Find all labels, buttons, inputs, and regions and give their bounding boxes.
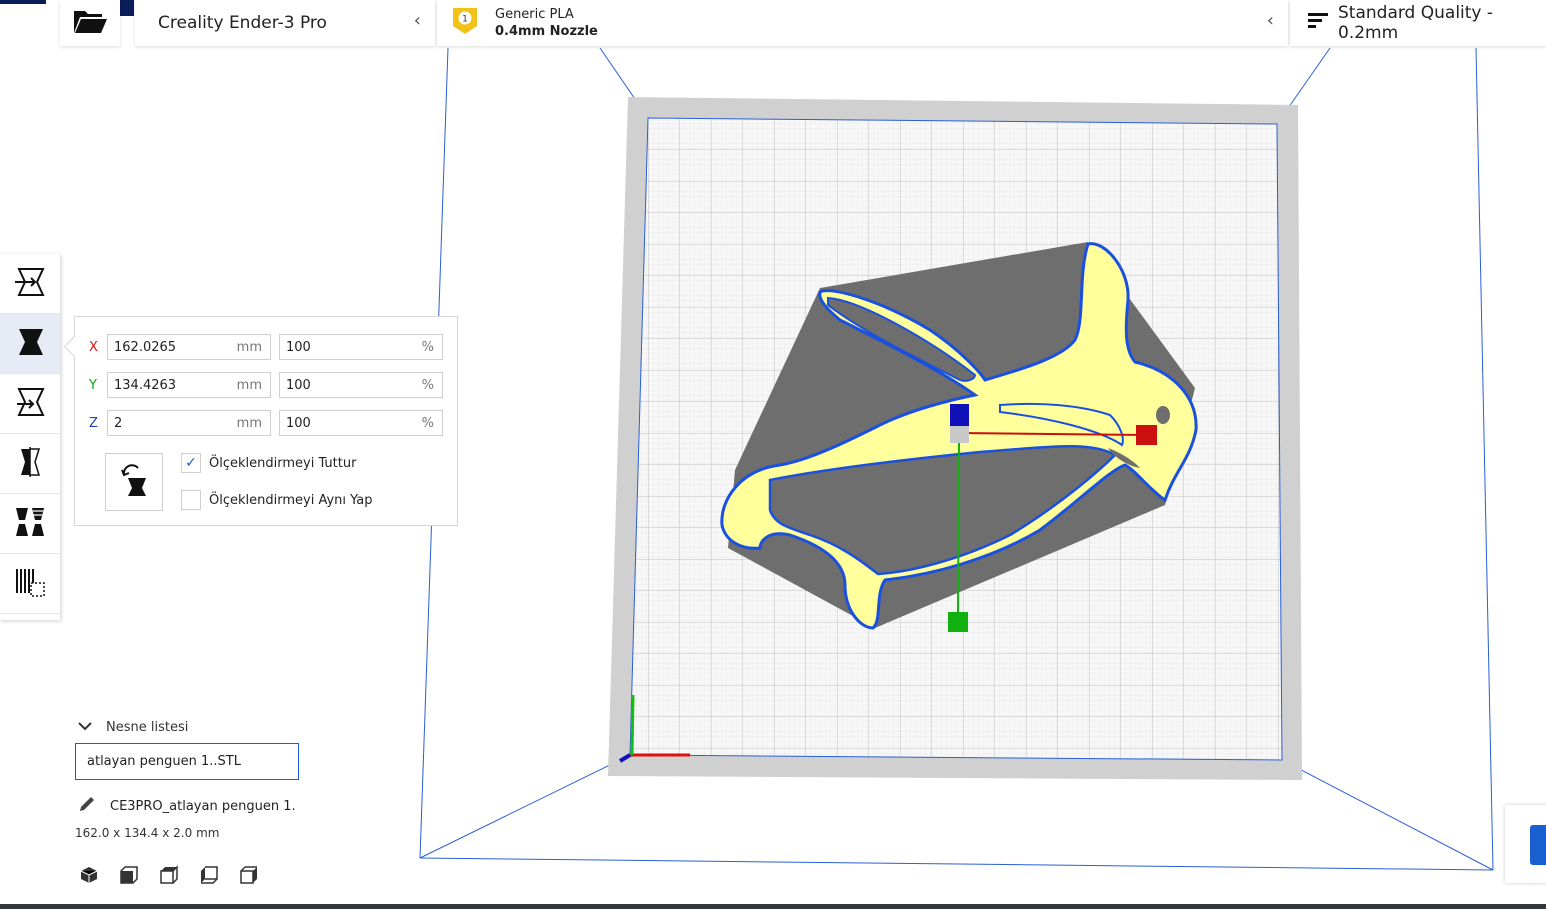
snap-scaling-label: Ölçeklendirmeyi Tuttur [209,455,357,471]
open-file-button[interactable] [60,0,120,46]
uniform-scaling-checkbox[interactable] [181,490,201,510]
scale-y-mm-input[interactable]: 134.4263 mm [107,372,271,398]
folder-icon [72,7,108,39]
object-list-header: Nesne listesi [106,720,189,735]
scale-tool-panel: X 162.0265 mm 100 % Y 134.4263 mm 100 % … [63,316,458,526]
support-blocker-button[interactable] [0,554,60,614]
object-dimensions: 162.0 x 134.4 x 2.0 mm [75,826,220,840]
scale-y-percent-value: 100 [286,377,311,393]
chevron-down-icon [78,720,92,735]
scale-z-mm-input[interactable]: 2 mm [107,410,271,436]
object-list-toggle[interactable]: Nesne listesi [78,720,188,735]
per-model-settings-icon [13,505,47,543]
scale-handle-y[interactable] [948,612,968,632]
scale-x-percent-input[interactable]: 100 % [279,334,443,360]
unit-mm: mm [236,415,262,431]
mirror-tool-button[interactable] [0,434,60,494]
material-selector[interactable]: 1 Generic PLA 0.4mm Nozzle ‹ [437,0,1288,46]
unit-percent: % [421,339,434,355]
slice-button[interactable] [1530,825,1546,865]
move-tool-button[interactable] [0,254,60,314]
object-list-item[interactable]: atlayan penguen 1..STL [75,743,299,780]
quality-label: Standard Quality - 0.2mm [1338,3,1494,43]
scale-icon [13,325,47,363]
unit-percent: % [421,377,434,393]
scale-z-mm-value: 2 [114,415,123,431]
scale-row-x: X 162.0265 mm 100 % [89,333,443,361]
scale-z-percent-input[interactable]: 100 % [279,410,443,436]
snap-scaling-option[interactable]: ✓ Ölçeklendirmeyi Tuttur [181,453,356,473]
scale-handle-x[interactable] [1136,425,1157,445]
printer-name: Creality Ender-3 Pro [158,13,327,33]
axis-label-x: X [89,339,98,355]
unit-mm: mm [236,339,262,355]
scale-z-percent-value: 100 [286,415,311,431]
rotate-icon [13,385,47,423]
printer-selector[interactable]: Creality Ender-3 Pro ‹ [135,0,435,46]
nozzle-size: 0.4mm Nozzle [495,24,598,39]
scale-x-mm-input[interactable]: 162.0265 mm [107,334,271,360]
top-view-icon[interactable] [158,864,180,886]
scale-x-percent-value: 100 [286,339,311,355]
axis-label-y: Y [89,377,97,393]
scale-row-z: Z 2 mm 100 % [89,409,443,437]
uniform-scaling-option[interactable]: Ölçeklendirmeyi Aynı Yap [181,490,373,510]
scale-tool-button[interactable] [0,314,60,374]
job-name-row[interactable]: CE3PRO_atlayan penguen 1. [78,795,296,817]
quality-selector[interactable]: Standard Quality - 0.2mm [1290,0,1546,46]
unit-mm: mm [236,377,262,393]
per-model-settings-button[interactable] [0,494,60,554]
model-eye [1156,406,1170,424]
tool-sidebar [0,254,60,620]
scale-handle-y-axis [957,442,960,616]
job-name: CE3PRO_atlayan penguen 1. [110,798,296,814]
support-blocker-icon [13,565,47,603]
scale-handle-center[interactable] [950,426,969,443]
topbar-accent-mark [120,0,134,16]
scale-y-percent-input[interactable]: 100 % [279,372,443,398]
mirror-icon [13,445,47,483]
material-name: Generic PLA [495,7,574,22]
object-name: atlayan penguen 1..STL [87,754,241,769]
reset-scale-button[interactable] [105,453,163,511]
extruder-number: 1 [462,15,468,25]
slice-panel [1505,805,1546,883]
rotate-tool-button[interactable] [0,374,60,434]
snap-scaling-checkbox[interactable]: ✓ [181,453,201,473]
scale-x-mm-value: 162.0265 [114,339,177,355]
left-view-icon[interactable] [198,864,220,886]
front-view-icon[interactable] [118,864,140,886]
origin-y-axis [630,694,635,756]
quality-bars-icon [1308,12,1328,35]
camera-view-buttons [78,864,260,886]
move-icon [13,265,47,303]
scale-row-y: Y 134.4263 mm 100 % [89,371,443,399]
right-view-icon[interactable] [238,864,260,886]
chevron-left-icon: ‹ [413,10,421,31]
reset-scale-icon [116,462,152,502]
scale-handle-z[interactable] [950,404,969,426]
unit-percent: % [421,415,434,431]
pencil-icon [78,795,96,817]
3d-view-icon[interactable] [78,864,100,886]
uniform-scaling-label: Ölçeklendirmeyi Aynı Yap [209,492,373,508]
topbar-accent [0,0,46,4]
axis-label-z: Z [89,415,98,431]
extruder-badge-icon: 1 [451,6,479,40]
taskbar-edge [0,904,1546,909]
chevron-left-icon: ‹ [1266,10,1274,31]
scale-y-mm-value: 134.4263 [114,377,177,393]
